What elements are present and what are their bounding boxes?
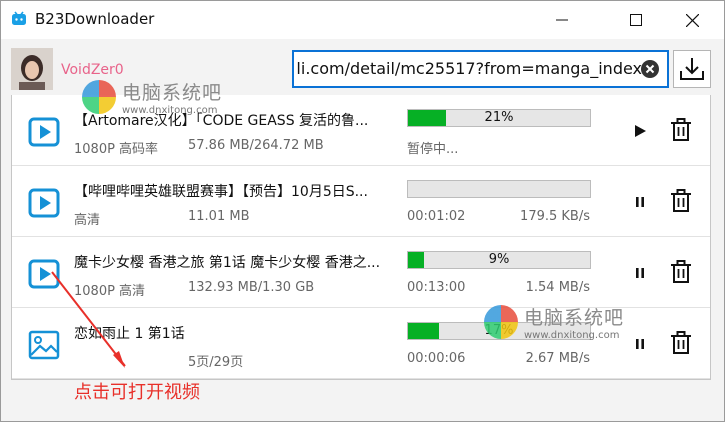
watermark: 电脑系统吧 www.dnxitong.com — [484, 303, 624, 341]
item-title: 魔卡少女樱 香港之旅 第1话 魔卡少女樱 香港之... — [74, 255, 381, 271]
watermark-logo — [484, 305, 518, 339]
delete-button[interactable] — [668, 330, 694, 356]
watermark-url: www.dnxitong.com — [524, 330, 620, 341]
item-status: 00:00:06 — [407, 351, 466, 366]
title-bar: B23Downloader — [1, 1, 724, 39]
url-input-value: bilibili.com/detail/mc25517?from=manga_i… — [297, 59, 642, 78]
video-file-icon[interactable] — [28, 188, 60, 218]
progress-bar: 21% — [407, 109, 591, 127]
video-file-icon[interactable] — [28, 117, 60, 147]
item-quality: 1080P 高码率 — [74, 142, 159, 157]
trash-icon — [671, 118, 691, 141]
item-speed: 1.54 MB/s — [525, 280, 590, 295]
progress-text: 21% — [484, 110, 514, 125]
trash-icon — [671, 189, 691, 212]
item-size: 5页/29页 — [188, 355, 244, 370]
video-file-icon[interactable] — [28, 259, 60, 289]
clear-icon[interactable] — [641, 60, 659, 78]
watermark: 电脑系统吧 www.dnxitong.com — [82, 78, 222, 116]
close-button[interactable] — [669, 1, 715, 39]
trash-icon — [671, 331, 691, 354]
watermark-logo — [82, 80, 116, 114]
close-icon — [685, 13, 699, 27]
item-title: 【哔哩哔哩英雄联盟赛事】【预告】10月5日S... — [74, 184, 368, 200]
item-speed: 2.67 MB/s — [525, 351, 590, 366]
watermark-text: 电脑系统吧 — [524, 307, 625, 329]
progress-bar — [407, 180, 591, 198]
pause-button[interactable] — [628, 332, 652, 356]
download-item: 【哔哩哔哩英雄联盟赛事】【预告】10月5日S... 高清 11.01 MB 00… — [12, 166, 710, 237]
download-icon — [680, 58, 704, 80]
delete-button[interactable] — [668, 259, 694, 285]
maximize-icon — [630, 14, 642, 26]
window-title: B23Downloader — [35, 10, 155, 28]
resume-button[interactable] — [628, 119, 652, 143]
item-size: 132.93 MB/1.30 GB — [188, 280, 315, 295]
pause-icon — [636, 197, 644, 207]
pause-icon — [636, 339, 644, 349]
download-item: 魔卡少女樱 香港之旅 第1话 魔卡少女樱 香港之... 1080P 高清 132… — [12, 237, 710, 308]
item-title: 恋如雨止 1 第1话 — [74, 326, 185, 342]
username[interactable]: VoidZer0 — [61, 62, 124, 78]
pause-button[interactable] — [628, 261, 652, 285]
annotation-text: 点击可打开视频 — [74, 382, 200, 403]
url-input[interactable]: bilibili.com/detail/mc25517?from=manga_i… — [292, 50, 669, 88]
item-quality: 高清 — [74, 213, 101, 228]
app-window: B23Downloader VoidZer0 bilibili.com/deta… — [0, 0, 725, 422]
item-status: 00:01:02 — [407, 209, 466, 224]
item-speed: 179.5 KB/s — [520, 209, 590, 224]
item-size: 57.86 MB/264.72 MB — [188, 138, 324, 153]
download-button[interactable] — [673, 50, 711, 88]
item-status: 00:13:00 — [407, 280, 466, 295]
item-quality: 1080P 高清 — [74, 284, 146, 299]
avatar[interactable] — [11, 48, 53, 90]
watermark-url: www.dnxitong.com — [122, 105, 218, 116]
progress-text: 9% — [488, 252, 510, 267]
image-file-icon[interactable] — [28, 330, 60, 360]
tv-icon — [11, 11, 27, 27]
delete-button[interactable] — [668, 188, 694, 214]
item-size: 11.01 MB — [188, 209, 250, 224]
progress-bar: 9% — [407, 251, 591, 269]
watermark-text: 电脑系统吧 — [122, 82, 223, 104]
maximize-button[interactable] — [613, 1, 659, 39]
trash-icon — [671, 260, 691, 283]
minimize-button[interactable] — [539, 1, 585, 39]
pause-icon — [636, 268, 644, 278]
pause-button[interactable] — [628, 190, 652, 214]
delete-button[interactable] — [668, 117, 694, 143]
minimize-icon — [556, 19, 568, 21]
play-icon — [635, 125, 646, 137]
item-status: 暂停中... — [407, 142, 459, 157]
